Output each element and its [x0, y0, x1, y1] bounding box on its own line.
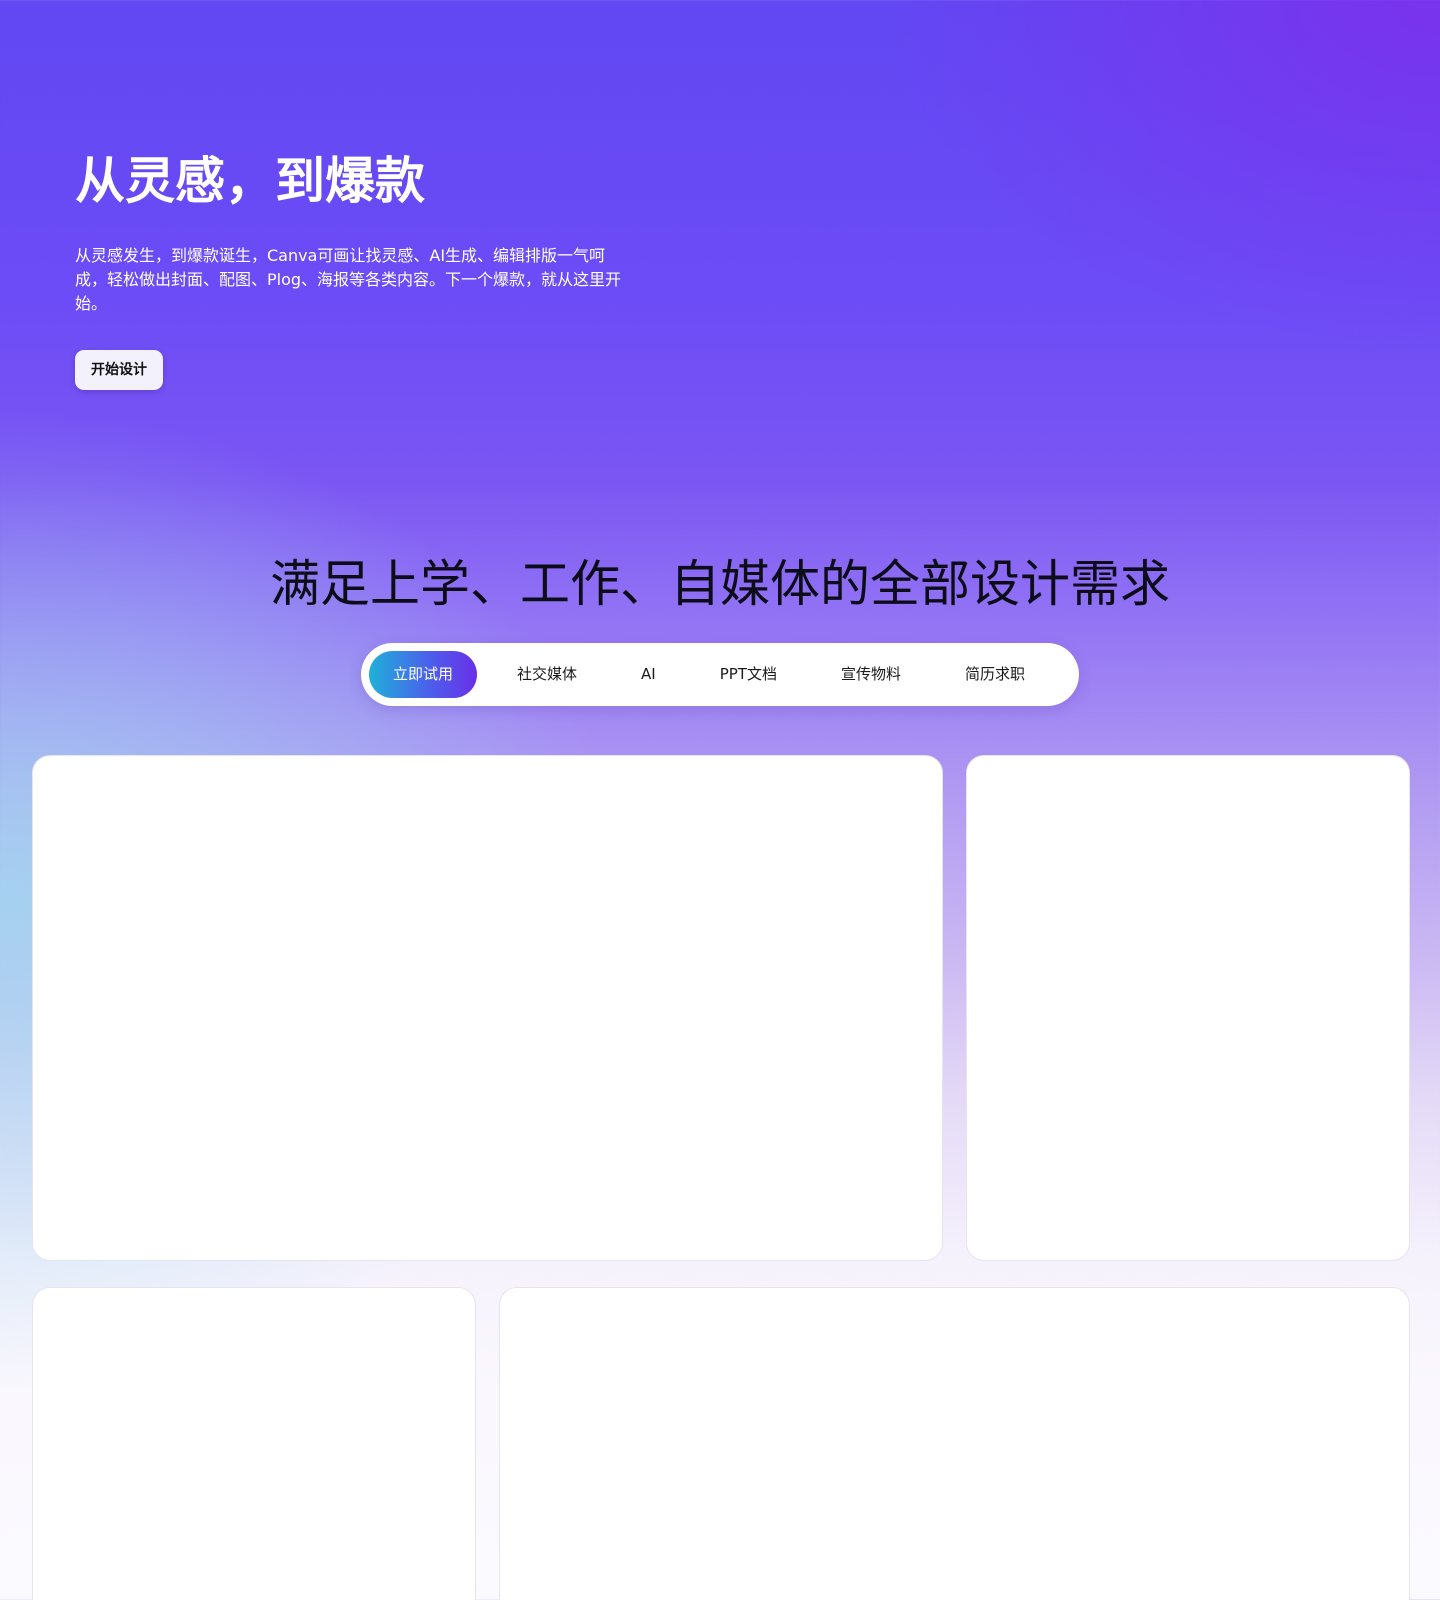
tab-resume[interactable]: 简历求职: [941, 651, 1049, 698]
tab-ai[interactable]: AI: [617, 651, 680, 698]
hero-title: 从灵感，到爆款: [75, 152, 425, 210]
tab-social-media[interactable]: 社交媒体: [493, 651, 601, 698]
feature-card-large-bottom[interactable]: [499, 1287, 1410, 1600]
feature-card-large-top[interactable]: [32, 755, 943, 1261]
tab-try-now[interactable]: 立即试用: [369, 651, 478, 698]
feature-card-small-top[interactable]: [966, 755, 1410, 1261]
hero-section: 从灵感，到爆款 从灵感发生，到爆款诞生，Canva可画让找灵感、AI生成、编辑排…: [75, 148, 635, 390]
hero-subtitle: 从灵感发生，到爆款诞生，Canva可画让找灵感、AI生成、编辑排版一气呵成，轻松…: [75, 246, 622, 313]
tab-ppt-docs[interactable]: PPT文档: [696, 651, 801, 698]
feature-card-small-bottom[interactable]: [32, 1287, 476, 1600]
start-design-button[interactable]: 开始设计: [75, 350, 163, 390]
section-title: 满足上学、工作、自媒体的全部设计需求: [270, 555, 1170, 613]
tab-marketing-materials[interactable]: 宣传物料: [817, 651, 925, 698]
category-tabs: 立即试用 社交媒体 AI PPT文档 宣传物料 简历求职: [361, 643, 1079, 706]
